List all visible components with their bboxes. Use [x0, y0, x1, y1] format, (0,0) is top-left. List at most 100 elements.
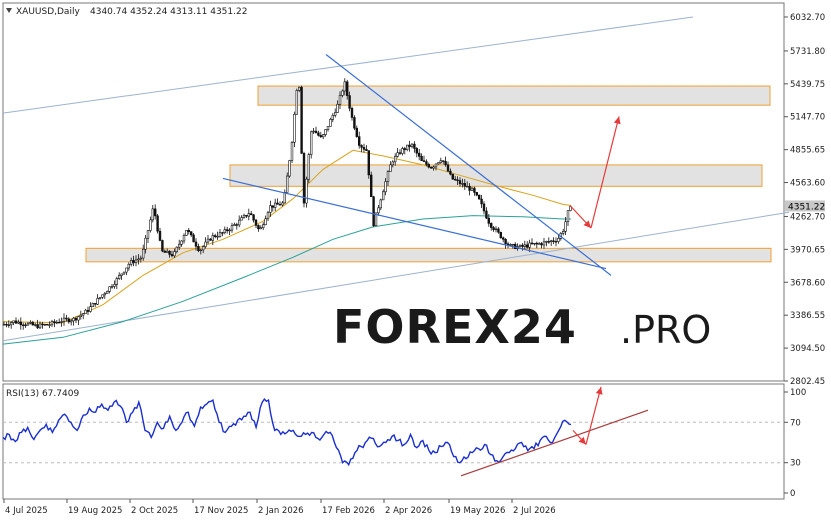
candle-body [261, 224, 265, 229]
candle-body [14, 320, 18, 324]
candle-body [312, 130, 315, 133]
candle-body [197, 246, 200, 252]
candle-body [110, 286, 114, 288]
rsi-panel [2, 383, 785, 500]
candle-body [221, 232, 224, 234]
candle-body [166, 250, 169, 253]
candle-body [187, 230, 190, 232]
candle-body [377, 207, 380, 214]
candle-body [254, 219, 258, 226]
candle-body [413, 143, 416, 149]
candle-body [31, 322, 34, 326]
candle-body [319, 135, 322, 138]
candle-body [293, 113, 296, 143]
candle-body [230, 225, 234, 231]
candle-body [36, 324, 39, 329]
candle-body [288, 160, 291, 177]
watermark: FOREX24 .PRO [333, 300, 711, 354]
candle-body [139, 257, 142, 260]
time-axis: 4 Jul 2025 19 Aug 2025 2 Oct 2025 17 Nov 20… [3, 499, 556, 516]
price-tick-label: 3970.65 [790, 245, 825, 255]
candle-body [453, 178, 457, 181]
candle-body [540, 243, 543, 246]
candle-body [530, 242, 534, 245]
candle-body [182, 235, 186, 242]
candle-body [154, 208, 157, 217]
candle-body [521, 244, 524, 247]
candle-body [17, 321, 20, 324]
time-tick-label: 4 Jul 2025 [5, 506, 48, 516]
candle-body [487, 217, 490, 224]
candle-body [57, 321, 61, 324]
candle-body [214, 235, 217, 237]
candle-body [528, 242, 531, 248]
rsi-title: RSI(13) 67.7409 [6, 389, 79, 399]
candle-body [290, 142, 294, 161]
candle-body [518, 244, 522, 247]
candle-body [511, 243, 514, 246]
candle-body [238, 219, 241, 226]
candle-body [561, 231, 565, 234]
candle-body [357, 136, 361, 146]
candle-body [125, 267, 128, 273]
candle-body [161, 240, 164, 252]
chart-window: FOREX24 .PRO XAUUSD,Daily 4340.74 4352.2… [0, 0, 831, 521]
candle-body [542, 241, 546, 246]
candle-body [501, 237, 505, 240]
candle-body [425, 161, 428, 165]
candle-body [84, 309, 87, 314]
candle-body [367, 150, 370, 176]
candle-body [449, 170, 452, 175]
candle-body [343, 81, 346, 92]
candle-body [206, 238, 210, 243]
candle-body [360, 145, 363, 148]
candle-body [77, 316, 80, 321]
candle-body [10, 322, 13, 326]
candle-body [336, 103, 339, 113]
candle-body [178, 243, 181, 248]
candle-body [554, 241, 558, 243]
candle-body [331, 115, 334, 120]
candle-body [26, 323, 30, 326]
candle-body [396, 152, 399, 157]
price-tick-label: 3386.55 [790, 311, 825, 321]
candle-body [204, 241, 207, 247]
candle-body [86, 309, 90, 312]
candle-body [494, 228, 498, 231]
candle-body [463, 183, 466, 187]
candle-body [355, 127, 358, 137]
candle-body [170, 254, 174, 257]
ohlc-readout: 4340.74 4352.24 4313.11 4351.22 [90, 7, 247, 17]
candle-body [257, 225, 260, 230]
candle-body [130, 260, 133, 265]
chart-svg: FOREX24 .PRO XAUUSD,Daily 4340.74 4352.2… [2, 2, 825, 516]
candle-body [127, 263, 131, 269]
price-tick-label: 5439.75 [790, 80, 825, 90]
price-tick-label: 4262.70 [790, 212, 825, 222]
candle-body [353, 117, 356, 129]
price-tick-label: 2802.45 [790, 377, 825, 387]
candle-body [245, 215, 248, 217]
candle-body [233, 224, 236, 226]
candle-body [410, 143, 414, 147]
candle-body [103, 293, 107, 296]
candle-body [271, 205, 274, 208]
candle-body [537, 243, 541, 245]
candle-body [309, 131, 313, 155]
candle-body [285, 175, 289, 193]
candle-body [122, 271, 126, 275]
candle-body [158, 230, 162, 241]
time-tick-label: 2 Jan 2026 [258, 506, 304, 516]
price-tag-value: 4351.22 [788, 202, 825, 212]
price-tick-label: 3678.60 [790, 278, 825, 288]
candle-body [307, 154, 310, 180]
candle-body [209, 238, 212, 241]
candle-body [369, 174, 373, 198]
candle-body [456, 179, 459, 181]
candle-body [468, 186, 471, 191]
candle-body [506, 243, 510, 246]
candle-body [381, 191, 385, 201]
candle-body [21, 324, 25, 326]
candle-body [317, 132, 320, 136]
candle-body [326, 126, 330, 130]
